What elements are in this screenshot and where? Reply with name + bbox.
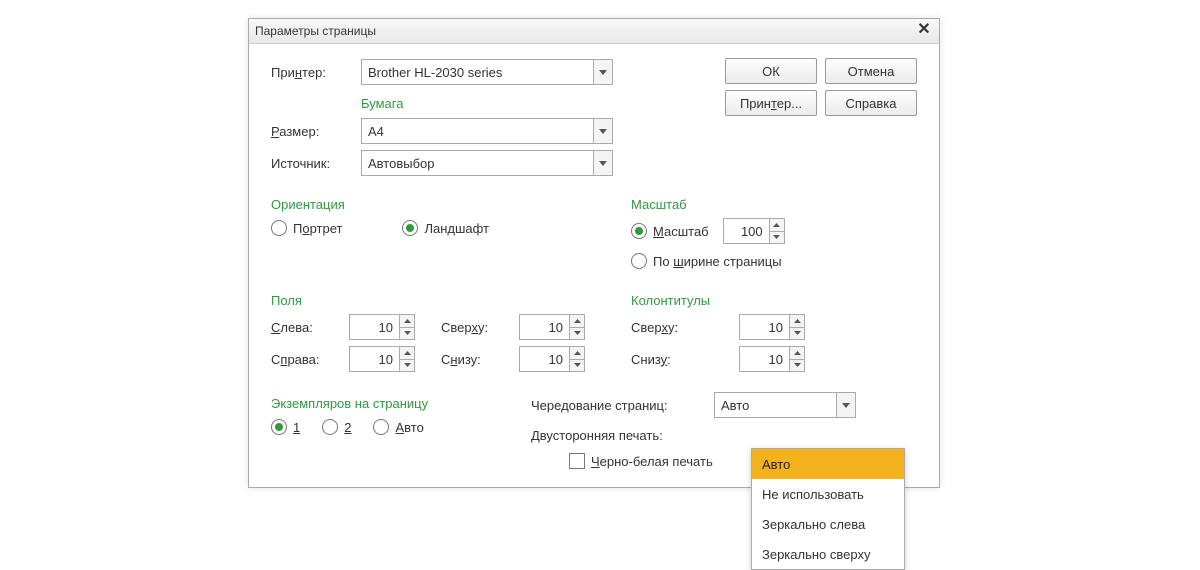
fit-width-radio[interactable]: По ширине страницы — [631, 253, 782, 269]
spin-up-icon[interactable] — [400, 315, 414, 327]
size-value: A4 — [362, 119, 593, 143]
copies-2-radio[interactable]: 2 — [322, 419, 351, 435]
dropdown-option-auto[interactable]: Авто — [752, 449, 904, 479]
margin-left-label: Слева: — [271, 320, 341, 335]
orientation-heading: Ориентация — [271, 197, 631, 212]
header-top-label: Сверху: — [631, 320, 701, 335]
dropdown-option-none[interactable]: Не использовать — [752, 479, 904, 509]
alternation-label: Чередование страниц: — [531, 398, 706, 413]
copies-1-label: 1 — [293, 420, 300, 435]
printer-label: Принтер: — [271, 65, 361, 80]
spin-down-icon[interactable] — [570, 359, 584, 372]
spin-down-icon[interactable] — [400, 327, 414, 340]
margins-heading: Поля — [271, 293, 631, 308]
margin-top-label: Сверху: — [441, 320, 511, 335]
page-setup-dialog: Параметры страницы ✕ ОК Отмена Принтер..… — [248, 18, 940, 488]
alternation-combo[interactable]: Авто — [714, 392, 856, 418]
margin-bottom-input[interactable]: 10 — [519, 346, 585, 372]
alternation-value: Авто — [715, 393, 836, 417]
header-top-input[interactable]: 10 — [739, 314, 805, 340]
headers-heading: Колонтитулы — [631, 293, 805, 308]
source-value: Автовыбор — [362, 151, 593, 175]
duplex-label: Двусторонняя печать: — [531, 428, 706, 443]
bw-label: Черно-белая печать — [591, 454, 713, 469]
spin-up-icon[interactable] — [790, 315, 804, 327]
printer-value: Brother HL-2030 series — [362, 60, 593, 84]
header-bottom-label: Снизу: — [631, 352, 701, 367]
dropdown-option-mirror-top[interactable]: Зеркально сверху — [752, 539, 904, 569]
alternation-combo-dropdown[interactable] — [836, 393, 855, 417]
checkbox-box-icon — [569, 453, 585, 469]
copies-heading: Экземпляров на страницу — [271, 396, 531, 411]
copies-auto-label: Авто — [395, 420, 423, 435]
margin-right-input[interactable]: 10 — [349, 346, 415, 372]
orientation-portrait-radio[interactable]: Портрет — [271, 220, 342, 236]
spin-up-icon[interactable] — [570, 315, 584, 327]
alternation-dropdown-list: Авто Не использовать Зеркально слева Зер… — [751, 448, 905, 570]
printer-combo[interactable]: Brother HL-2030 series — [361, 59, 613, 85]
cancel-button[interactable]: Отмена — [825, 58, 917, 84]
spin-down-icon[interactable] — [790, 327, 804, 340]
scale-heading: Масштаб — [631, 197, 785, 212]
size-combo[interactable]: A4 — [361, 118, 613, 144]
source-combo-dropdown[interactable] — [593, 151, 612, 175]
help-button[interactable]: Справка — [825, 90, 917, 116]
orientation-landscape-radio[interactable]: Ландшафт — [402, 220, 489, 236]
dialog-title: Параметры страницы — [255, 24, 915, 38]
copies-1-radio[interactable]: 1 — [271, 419, 300, 435]
printer-settings-button[interactable]: Принтер... — [725, 90, 817, 116]
spin-up-icon[interactable] — [790, 347, 804, 359]
fit-width-label: По ширине страницы — [653, 254, 782, 269]
spin-down-icon[interactable] — [790, 359, 804, 372]
margin-right-label: Справа: — [271, 352, 341, 367]
bw-checkbox[interactable]: Черно-белая печать — [569, 453, 713, 469]
source-combo[interactable]: Автовыбор — [361, 150, 613, 176]
titlebar: Параметры страницы ✕ — [249, 19, 939, 44]
spin-down-icon[interactable] — [400, 359, 414, 372]
source-label: Источник: — [271, 156, 361, 171]
header-bottom-input[interactable]: 10 — [739, 346, 805, 372]
scale-spin-up[interactable] — [770, 219, 784, 231]
spin-up-icon[interactable] — [400, 347, 414, 359]
margin-top-input[interactable]: 10 — [519, 314, 585, 340]
scale-value: 100 — [724, 219, 769, 243]
portrait-label: Портрет — [293, 221, 342, 236]
copies-2-label: 2 — [344, 420, 351, 435]
size-label: Размер: — [271, 124, 361, 139]
printer-combo-dropdown[interactable] — [593, 60, 612, 84]
margin-left-input[interactable]: 10 — [349, 314, 415, 340]
margin-bottom-label: Снизу: — [441, 352, 511, 367]
scale-value-input[interactable]: 100 — [723, 218, 785, 244]
scale-label: Масштаб — [653, 224, 709, 239]
size-combo-dropdown[interactable] — [593, 119, 612, 143]
ok-button[interactable]: ОК — [725, 58, 817, 84]
spin-down-icon[interactable] — [570, 327, 584, 340]
landscape-label: Ландшафт — [424, 221, 489, 236]
scale-spin-down[interactable] — [770, 231, 784, 244]
copies-auto-radio[interactable]: Авто — [373, 419, 423, 435]
dropdown-option-mirror-left[interactable]: Зеркально слева — [752, 509, 904, 539]
close-button[interactable]: ✕ — [915, 22, 933, 40]
spin-up-icon[interactable] — [570, 347, 584, 359]
scale-radio[interactable]: Масштаб — [631, 223, 709, 239]
